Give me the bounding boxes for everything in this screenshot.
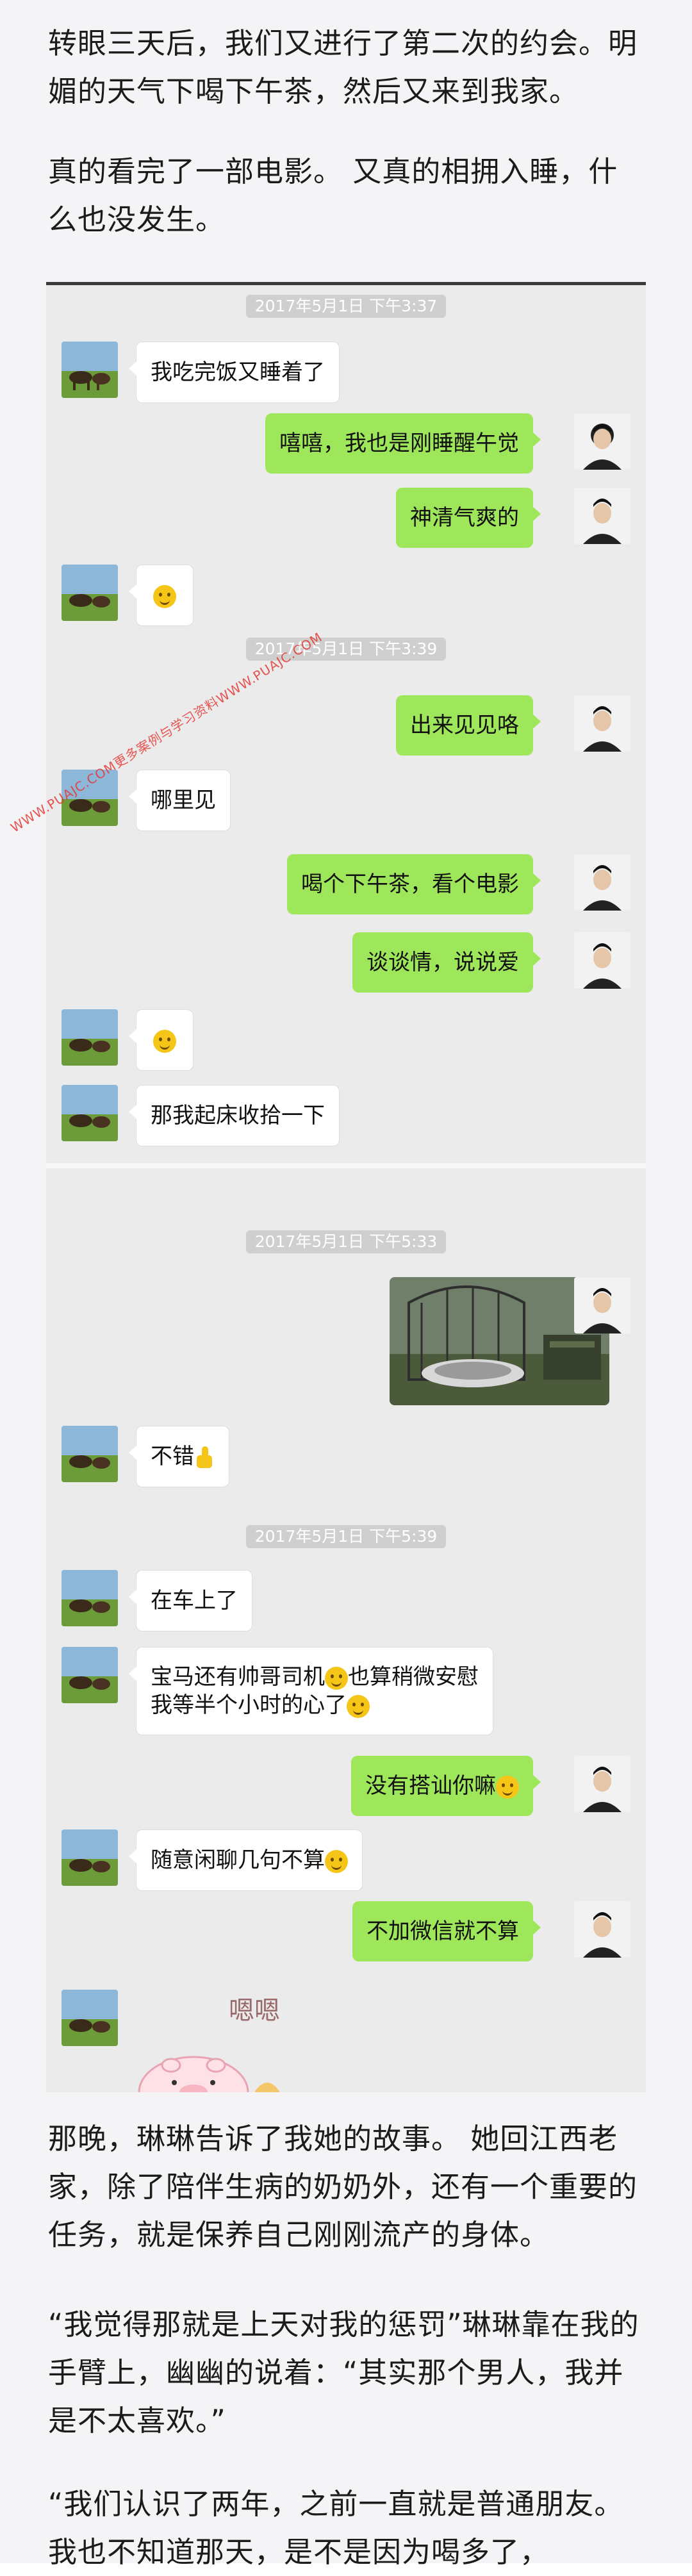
message-text: 在车上了 bbox=[151, 1588, 238, 1614]
message-bubble[interactable]: 不错 bbox=[129, 1426, 229, 1487]
message-bubble[interactable]: 喝个下午茶，看个电影 bbox=[287, 854, 541, 914]
paragraph-intro: 转眼三天后，我们又进行了第二次的约会。明媚的天气下喝下午茶，然后又来到我家。 bbox=[48, 26, 638, 108]
paragraph-continuation: “我们认识了两年，之前一直就是普通朋友。我也不知道那天，是不是因为喝多了， bbox=[48, 2487, 624, 2569]
user-avatar bbox=[574, 695, 630, 752]
message-text: 不错 bbox=[151, 1444, 194, 1469]
chat-timestamp: 2017年5月1日 下午3:37 bbox=[46, 295, 646, 318]
message-bubble[interactable]: 嘻嘻，我也是刚睡醒午觉 bbox=[265, 413, 541, 474]
message-text: 出来见见咯 bbox=[410, 713, 519, 738]
message-text: 喝个下午茶，看个电影 bbox=[301, 871, 519, 897]
message-bubble[interactable]: 那我起床收拾一下 bbox=[129, 1085, 340, 1146]
laughing-emoji-icon bbox=[347, 1694, 370, 1718]
contact-avatar bbox=[62, 1570, 118, 1626]
wink-emoji-icon bbox=[325, 1666, 348, 1690]
message-text: 谈谈情，说说爱 bbox=[367, 950, 519, 975]
message-text: 宝马还有帅哥司机 bbox=[151, 1664, 325, 1690]
contact-avatar bbox=[62, 1990, 118, 2046]
message-bubble[interactable]: 出来见见咯 bbox=[396, 695, 541, 755]
message-bubble[interactable]: 不加微信就不算 bbox=[352, 1901, 541, 1961]
message-bubble[interactable]: 我吃完饭又睡着了 bbox=[129, 342, 340, 403]
contact-avatar bbox=[62, 1085, 118, 1141]
user-avatar bbox=[574, 854, 630, 911]
contact-avatar bbox=[62, 1426, 118, 1482]
contact-avatar bbox=[62, 1009, 118, 1066]
chat-timestamp: 2017年5月1日 下午3:39 bbox=[46, 638, 646, 661]
user-avatar bbox=[574, 1756, 630, 1812]
message-bubble[interactable]: 谈谈情，说说爱 bbox=[352, 932, 541, 993]
thumbs-up-emoji-icon bbox=[194, 1446, 215, 1469]
message-text: 没有搭讪你嘛 bbox=[365, 1773, 496, 1799]
wink-emoji-icon bbox=[496, 1775, 519, 1799]
screenshot-seam bbox=[46, 1163, 646, 1168]
contact-avatar bbox=[62, 565, 118, 621]
message-bubble[interactable] bbox=[129, 1009, 194, 1071]
wink-emoji-icon bbox=[325, 1849, 348, 1873]
message-bubble[interactable]: 宝马还有帅哥司机 也算稍微安慰 我等半个小时的心了 bbox=[129, 1647, 493, 1735]
user-avatar bbox=[574, 1277, 630, 1333]
message-bubble[interactable]: 在车上了 bbox=[129, 1570, 252, 1631]
message-text: 随意闲聊几句不算 bbox=[151, 1847, 325, 1873]
message-bubble[interactable]: 神清气爽的 bbox=[396, 488, 541, 548]
user-avatar bbox=[574, 413, 630, 470]
paragraph-movie: 真的看完了一部电影。 又真的相拥入睡，什么也没发生。 bbox=[48, 154, 618, 236]
contact-avatar bbox=[62, 1647, 118, 1703]
chat-screenshot: 2017年5月1日 下午3:37 我吃完饭又睡着了 嘻嘻，我也是刚睡醒午觉 神清… bbox=[46, 282, 646, 2092]
user-avatar bbox=[574, 1901, 630, 1958]
message-text: 不加微信就不算 bbox=[367, 1919, 519, 1944]
smile-emoji-icon bbox=[153, 584, 176, 608]
message-text: 嘻嘻，我也是刚睡醒午觉 bbox=[279, 431, 519, 456]
user-avatar bbox=[574, 932, 630, 989]
message-bubble[interactable] bbox=[129, 565, 194, 626]
message-text: 哪里见 bbox=[151, 788, 216, 813]
paragraph-story: 那晚，琳琳告诉了我她的故事。 她回江西老家，除了陪伴生病的奶奶外，还有一个重要的… bbox=[48, 2122, 638, 2252]
user-avatar bbox=[574, 488, 630, 544]
message-bubble[interactable]: 哪里见 bbox=[129, 770, 231, 831]
wink-emoji-icon bbox=[153, 1029, 176, 1053]
message-text: 也算稍微安慰 bbox=[348, 1664, 479, 1690]
contact-avatar bbox=[62, 342, 118, 398]
message-text: 那我起床收拾一下 bbox=[151, 1103, 325, 1128]
message-bubble[interactable]: 没有搭讪你嘛 bbox=[351, 1756, 541, 1816]
message-bubble[interactable]: 随意闲聊几句不算 bbox=[129, 1829, 363, 1891]
message-text: 我吃完饭又睡着了 bbox=[151, 359, 325, 385]
message-text: 我等半个小时的心了 bbox=[151, 1692, 347, 1718]
pig-sticker[interactable]: 嗯嗯 bbox=[133, 1996, 293, 2092]
message-text: 神清气爽的 bbox=[410, 505, 519, 531]
sticker-text: 嗯嗯 bbox=[229, 1996, 280, 2026]
chat-timestamp: 2017年5月1日 下午5:39 bbox=[46, 1525, 646, 1548]
paragraph-quote: “我觉得那就是上天对我的惩罚”琳琳靠在我的手臂上，幽幽的说着：“其实那个男人，我… bbox=[48, 2308, 639, 2438]
chat-timestamp: 2017年5月1日 下午5:33 bbox=[46, 1230, 646, 1253]
contact-avatar bbox=[62, 1829, 118, 1886]
